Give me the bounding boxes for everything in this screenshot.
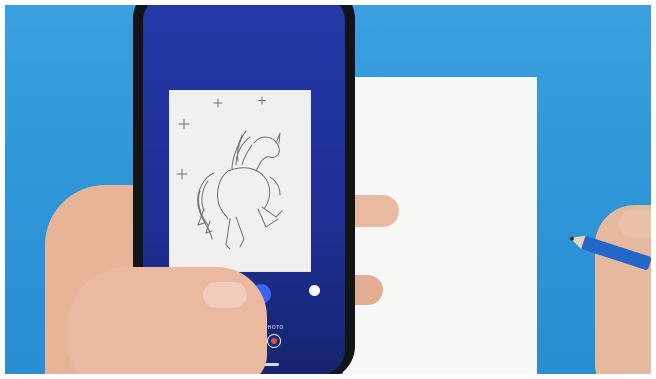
sparkle-icon xyxy=(178,118,190,130)
camera-viewfinder xyxy=(170,91,310,271)
thumbnail-fingertip xyxy=(203,282,247,308)
photo-frame: PHOTO xyxy=(5,5,651,374)
sparkle-icon xyxy=(213,98,223,108)
sparkle-icon xyxy=(258,96,266,105)
unicorn-sketch xyxy=(176,96,283,250)
focus-indicator xyxy=(309,285,320,296)
record-icon xyxy=(271,338,277,344)
right-hand-finger xyxy=(619,210,651,238)
record-button[interactable] xyxy=(267,334,281,348)
sparkle-icon xyxy=(176,168,188,180)
